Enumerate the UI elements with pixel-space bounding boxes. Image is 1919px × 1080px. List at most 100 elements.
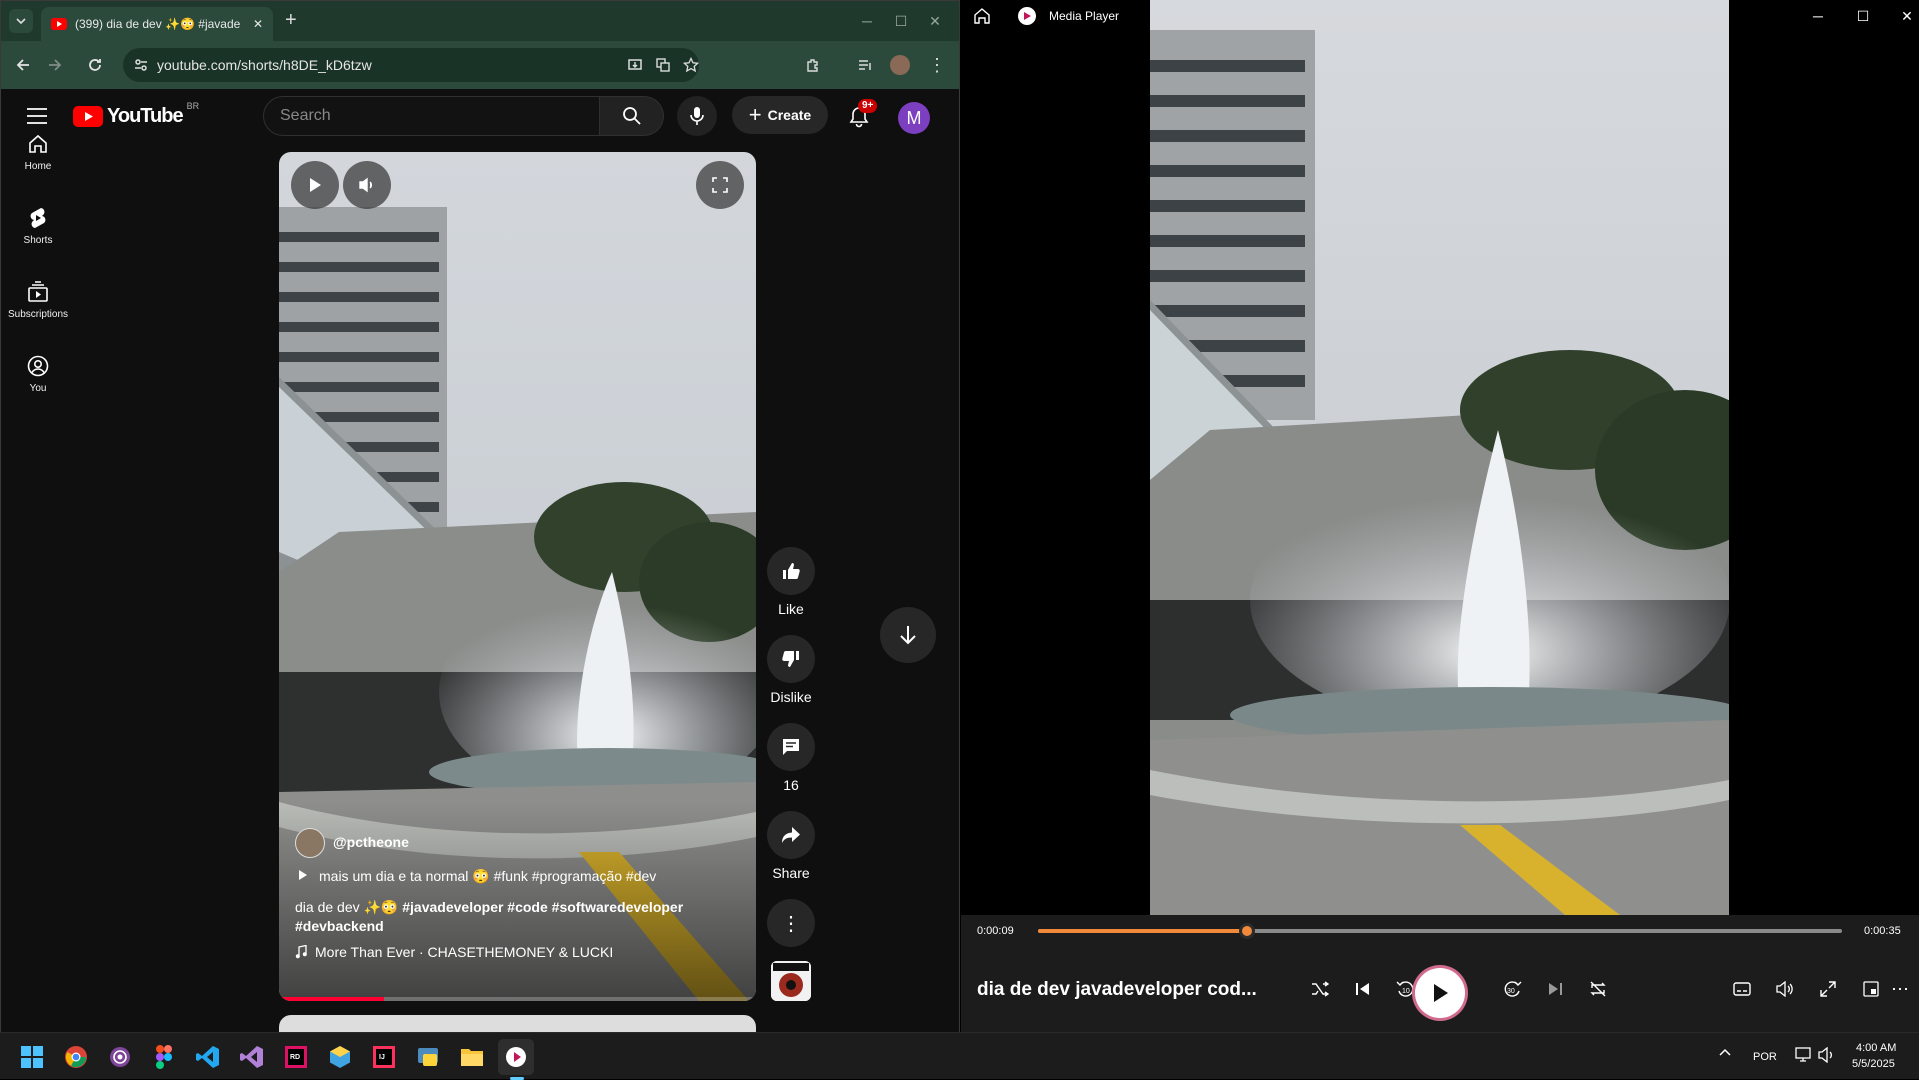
clock-date[interactable]: 5/5/2025 (1852, 1058, 1895, 1070)
translate-icon[interactable] (649, 51, 677, 79)
like-button[interactable]: Like (767, 547, 815, 617)
music-credit[interactable]: More Than Ever · CHASETHEMONEY & LUCKI (315, 944, 613, 960)
sound-thumbnail[interactable] (771, 961, 811, 1001)
file-explorer-icon[interactable] (454, 1039, 490, 1075)
youtube-page: YouTube BR Search + Create 9+ M Home Sho… (1, 89, 959, 1033)
reload-icon[interactable] (81, 51, 109, 79)
minimize-icon[interactable]: ─ (853, 9, 881, 33)
tor-browser-icon[interactable] (102, 1039, 138, 1075)
browser-tab[interactable]: (399) dia de dev ✨😳 #javade ✕ (41, 7, 273, 41)
sidebar-label: You (29, 382, 47, 394)
chrome-taskbar-icon[interactable] (58, 1039, 94, 1075)
channel-name[interactable]: @pctheone (333, 834, 409, 850)
next-short-preview[interactable] (279, 1015, 756, 1033)
vscode-icon[interactable] (190, 1039, 226, 1075)
network-icon[interactable] (1795, 1047, 1813, 1063)
svg-text:30: 30 (1507, 988, 1515, 995)
dislike-label: Dislike (770, 689, 812, 705)
mic-icon (690, 107, 704, 125)
minimize-icon[interactable]: ─ (1804, 4, 1832, 28)
play-button[interactable] (291, 161, 339, 209)
seek-bar[interactable] (1038, 923, 1842, 939)
account-avatar[interactable]: M (898, 102, 930, 134)
seek-thumb[interactable] (1239, 923, 1256, 939)
new-tab-button[interactable]: + (285, 9, 297, 32)
bookmark-star-icon[interactable] (677, 51, 705, 79)
svg-text:10: 10 (1402, 988, 1410, 995)
plus-icon: + (748, 102, 762, 127)
comment-icon (783, 739, 799, 755)
close-window-icon[interactable]: ✕ (1893, 4, 1919, 28)
channel-avatar[interactable] (295, 828, 325, 858)
more-options-icon[interactable]: ⋯ (1880, 969, 1919, 1009)
address-bar[interactable]: youtube.com/shorts/h8DE_kD6tzw (123, 48, 699, 82)
extensions-icon[interactable] (799, 51, 827, 79)
sidebar-item-home[interactable]: Home (1, 122, 75, 182)
forward-icon[interactable] (41, 51, 69, 79)
profile-avatar[interactable] (890, 55, 910, 75)
media-controls-icon[interactable] (851, 51, 879, 79)
more-vert-icon: ⋮ (767, 899, 815, 947)
audio-description[interactable]: mais um dia e ta normal 😳 #funk #program… (319, 868, 656, 885)
logo-text: YouTube (107, 105, 184, 127)
volume-button[interactable] (1765, 969, 1805, 1009)
sidebar-item-subscriptions[interactable]: Subscriptions (1, 270, 75, 330)
mute-button[interactable] (343, 161, 391, 209)
python-app-icon[interactable] (410, 1039, 446, 1075)
tab-search-button[interactable] (9, 9, 33, 33)
comments-button[interactable]: 16 (767, 723, 815, 793)
fullscreen-button[interactable] (1808, 969, 1848, 1009)
more-options-button[interactable]: ⋮ (767, 899, 815, 947)
sidebar-label: Home (24, 160, 52, 172)
fullscreen-button[interactable] (696, 161, 744, 209)
home-icon[interactable] (973, 7, 991, 25)
create-button[interactable]: + Create (732, 96, 828, 134)
rider-icon[interactable]: RD (278, 1039, 314, 1075)
next-button[interactable] (1535, 969, 1575, 1009)
sidebar-item-you[interactable]: You (1, 344, 75, 404)
install-app-icon[interactable] (621, 51, 649, 79)
cube-app-icon[interactable] (322, 1039, 358, 1075)
search-button[interactable] (600, 96, 664, 136)
url-text: youtube.com/shorts/h8DE_kD6tzw (157, 57, 372, 73)
sidebar-item-shorts[interactable]: Shorts (1, 196, 75, 256)
search-input[interactable]: Search (263, 96, 600, 136)
next-short-button[interactable] (880, 607, 936, 663)
short-description[interactable]: dia de dev ✨😳 #javadeveloper #code #soft… (295, 898, 715, 936)
site-info-icon[interactable] (133, 57, 149, 73)
media-player-taskbar-icon[interactable] (498, 1039, 534, 1075)
subscriptions-icon (28, 280, 48, 302)
play-pause-button[interactable] (1415, 968, 1465, 1018)
input-language[interactable]: POR (1753, 1051, 1777, 1063)
close-window-icon[interactable]: ✕ (921, 9, 949, 33)
speaker-icon[interactable] (1818, 1047, 1836, 1063)
sidebar-label: Subscriptions (7, 308, 69, 320)
play-icon (310, 178, 321, 192)
subtitles-button[interactable] (1722, 969, 1762, 1009)
start-button[interactable] (14, 1039, 50, 1075)
youtube-logo[interactable]: YouTube BR (73, 101, 199, 128)
voice-search-button[interactable] (677, 96, 717, 136)
repeat-button[interactable] (1578, 969, 1618, 1009)
clock-time[interactable]: 4:00 AM (1856, 1042, 1896, 1054)
figma-icon[interactable] (146, 1039, 182, 1075)
track-title: dia de dev javadeveloper cod... (977, 979, 1257, 1000)
dislike-button[interactable]: Dislike (767, 635, 815, 705)
audio-play-icon[interactable] (298, 869, 308, 881)
short-video-player[interactable]: @pctheone mais um dia e ta normal 😳 #fun… (279, 152, 756, 1001)
short-progress-bar[interactable] (279, 997, 756, 1001)
maximize-icon[interactable]: ☐ (887, 9, 915, 33)
tab-close-icon[interactable]: ✕ (253, 17, 263, 31)
forward-30-button[interactable]: 30 (1492, 969, 1532, 1009)
media-video-frame[interactable] (1150, 0, 1729, 915)
show-hidden-icons-icon[interactable] (1718, 1047, 1732, 1057)
shuffle-button[interactable] (1300, 969, 1340, 1009)
share-button[interactable]: Share (767, 811, 815, 881)
maximize-icon[interactable]: ☐ (1849, 4, 1877, 28)
visual-studio-icon[interactable] (234, 1039, 270, 1075)
previous-button[interactable] (1343, 969, 1383, 1009)
menu-kebab-icon[interactable]: ⋮ (923, 51, 951, 79)
share-label: Share (772, 865, 810, 881)
intellij-icon[interactable]: IJ (366, 1039, 402, 1075)
back-icon[interactable] (9, 51, 37, 79)
